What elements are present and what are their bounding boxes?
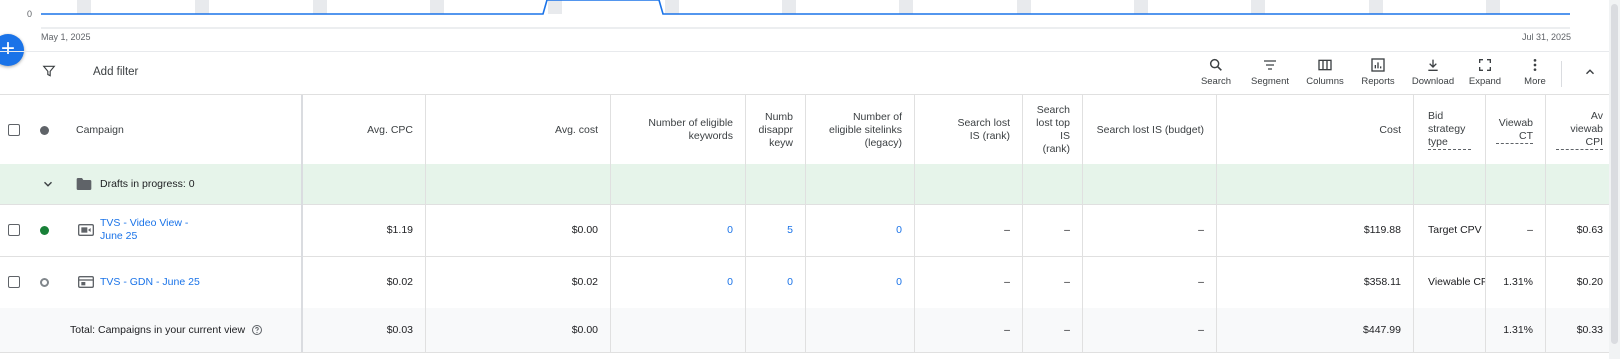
download-button[interactable]: Download [1409,57,1457,87]
header-avg-vcpm[interactable]: Av viewab CPI [1546,95,1609,165]
more-button[interactable]: More [1511,57,1559,87]
eligible-sitelinks-link[interactable]: 0 [806,204,915,256]
total-label: Total: Campaigns in your current view [70,324,246,336]
series-line [41,0,1570,15]
search-icon [1209,58,1222,71]
filter-icon[interactable] [42,64,56,78]
total-lost-is-rank: – [915,308,1023,352]
row-checkbox[interactable] [8,224,20,236]
header-campaign[interactable]: Campaign [60,95,303,165]
download-icon [1428,59,1438,71]
segment-icon [1264,60,1276,70]
total-cost: $447.99 [1217,308,1414,352]
header-viewable-ctr[interactable]: Viewab CT [1486,95,1546,165]
toolbar-divider [1561,61,1562,87]
eligible-keywords-link[interactable]: 0 [611,204,746,256]
header-lost-is-rank[interactable]: Search lost IS (rank) [915,95,1023,165]
lost-is-budget-cell: – [1083,256,1217,308]
select-all-checkbox[interactable] [8,124,20,136]
header-lost-is-budget[interactable]: Search lost IS (budget) [1083,95,1217,165]
display-campaign-icon [78,276,94,288]
expand-button[interactable]: Expand [1461,57,1509,87]
cost-cell: $358.11 [1217,256,1414,308]
status-header-icon [39,125,49,135]
avg-cpc-cell: $0.02 [303,256,426,308]
performance-chart: 0 [27,0,1570,29]
table-toolbar: Add filter Search Segment Columns Report… [0,51,1620,95]
total-viewable-ctr: 1.31% [1486,308,1546,352]
header-avg-cpc[interactable]: Avg. CPC [303,95,426,165]
viewable-ctr-cell: 1.31% [1486,256,1546,308]
lost-top-is-rank-cell: – [1023,256,1083,308]
status-ended-icon[interactable] [39,277,49,287]
avg-cpc-cell: $1.19 [303,204,426,256]
header-disapproved-keywords[interactable]: Numb disappr keyw [746,95,806,165]
campaign-name-link[interactable]: TVS - GDN - June 25 [100,276,200,288]
chart-start-date: May 1, 2025 [41,32,91,42]
total-avg-cpc: $0.03 [303,308,426,352]
y-tick-zero: 0 [27,9,32,19]
scrollbar-thumb[interactable] [1611,4,1618,344]
avg-vcpm-cell: $0.20 [1576,276,1603,288]
drafts-label: Drafts in progress: 0 [100,178,195,190]
video-campaign-icon [78,224,94,236]
table-row: TVS - GDN - June 25 $0.02 $0.02 0 0 0 – … [0,256,1620,309]
header-bid-strategy[interactable]: Bid strategy type [1414,95,1486,165]
lost-is-rank-cell: – [915,256,1023,308]
disapproved-keywords-link[interactable]: 0 [746,256,806,308]
vertical-scrollbar[interactable] [1609,0,1620,359]
bid-strategy-cell: Viewable CP [1414,256,1486,308]
reports-icon [1371,58,1385,72]
total-avg-cost: $0.00 [426,308,611,352]
eligible-sitelinks-link[interactable]: 0 [806,256,915,308]
table-row: TVS - Video View - June 25 $1.19 $0.00 0… [0,204,1620,257]
table-header-row: Campaign Avg. CPC Avg. cost Number of el… [0,94,1620,166]
header-lost-top-is-rank[interactable]: Search lost top IS (rank) [1023,95,1083,165]
reports-button[interactable]: Reports [1354,57,1402,87]
total-avg-vcpm: $0.33 [1576,324,1603,336]
total-row: Total: Campaigns in your current view $0… [0,308,1620,353]
more-vert-icon [1533,59,1537,71]
lost-is-rank-cell: – [915,204,1023,256]
row-checkbox[interactable] [8,276,20,288]
viewable-ctr-cell: – [1486,204,1546,256]
add-filter-button[interactable]: Add filter [93,66,138,78]
campaign-name-link[interactable]: TVS - Video View - June 25 [100,217,200,243]
help-icon[interactable] [251,324,263,336]
disapproved-keywords-link[interactable]: 5 [746,204,806,256]
search-button[interactable]: Search [1192,57,1240,87]
chevron-up-icon[interactable] [1583,65,1597,79]
cost-cell: $119.88 [1217,204,1414,256]
avg-cost-cell: $0.00 [426,204,611,256]
bid-strategy-cell: Target CPV [1414,204,1486,256]
chart-end-date: Jul 31, 2025 [1522,32,1572,42]
avg-vcpm-cell: $0.63 [1576,224,1603,236]
segment-button[interactable]: Segment [1246,57,1294,87]
lost-is-budget-cell: – [1083,204,1217,256]
total-lost-is-budget: – [1083,308,1217,352]
columns-button[interactable]: Columns [1301,57,1349,87]
header-avg-cost[interactable]: Avg. cost [426,95,611,165]
columns-icon [1318,59,1332,71]
header-cost[interactable]: Cost [1217,95,1414,165]
total-lost-top-is-rank: – [1023,308,1083,352]
status-enabled-icon[interactable] [39,225,49,235]
drafts-row[interactable]: Drafts in progress: 0 [0,164,1620,205]
lost-top-is-rank-cell: – [1023,204,1083,256]
eligible-keywords-link[interactable]: 0 [611,256,746,308]
avg-cost-cell: $0.02 [426,256,611,308]
header-eligible-keywords[interactable]: Number of eligible keywords [611,95,746,165]
folder-icon [76,178,92,190]
chevron-down-icon[interactable] [41,177,55,191]
expand-icon [1479,59,1491,71]
header-eligible-sitelinks[interactable]: Number of eligible sitelinks (legacy) [806,95,915,165]
